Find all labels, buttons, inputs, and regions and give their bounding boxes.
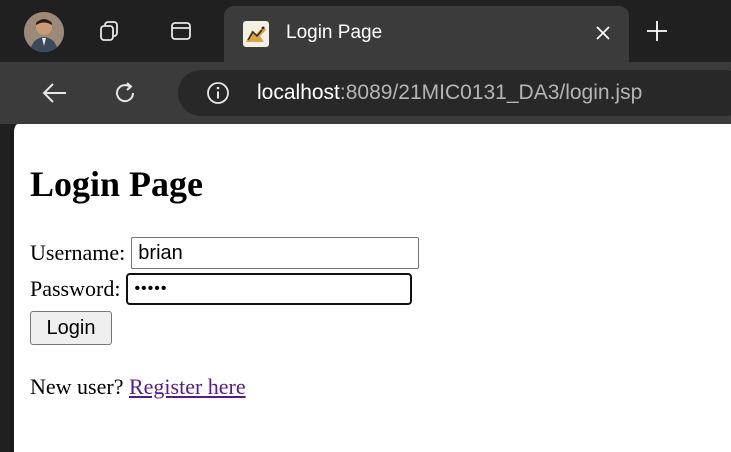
workspaces-icon[interactable] [92, 14, 126, 48]
tab-strip: Login Page [0, 0, 731, 62]
browser-toolbar: localhost:8089/21MIC0131_DA3/login.jsp [0, 62, 731, 124]
register-link[interactable]: Register here [129, 374, 246, 399]
avatar-image [24, 12, 64, 52]
address-bar[interactable]: localhost:8089/21MIC0131_DA3/login.jsp [178, 70, 731, 116]
new-user-line: New user? Register here [30, 374, 246, 400]
password-row: Password: ••••• [30, 273, 413, 305]
username-row: Username: brian [30, 237, 420, 269]
tab-actions-icon[interactable] [164, 14, 198, 48]
url-text: localhost:8089/21MIC0131_DA3/login.jsp [257, 81, 642, 105]
username-input[interactable]: brian [131, 237, 420, 269]
page-title: Login Page [30, 164, 204, 204]
new-user-text: New user? [30, 374, 124, 399]
url-path: :8089/21MIC0131_DA3/login.jsp [339, 81, 643, 104]
password-input[interactable]: ••••• [126, 273, 413, 305]
url-host: localhost [257, 81, 340, 104]
password-label: Password: [30, 276, 121, 301]
login-button[interactable]: Login [30, 311, 112, 345]
close-tab-icon[interactable] [590, 20, 616, 46]
back-arrow-icon[interactable] [38, 76, 72, 110]
tomcat-icon [242, 20, 270, 48]
page-content: Login Page Username: brian Password: •••… [10, 124, 731, 452]
new-tab-icon[interactable] [640, 14, 674, 48]
reload-icon[interactable] [108, 76, 142, 110]
tab-title: Login Page [286, 22, 383, 43]
profile-avatar[interactable] [24, 12, 64, 52]
info-icon[interactable] [206, 81, 230, 105]
username-label: Username: [30, 240, 126, 265]
tab-login-page[interactable]: Login Page [224, 6, 629, 62]
